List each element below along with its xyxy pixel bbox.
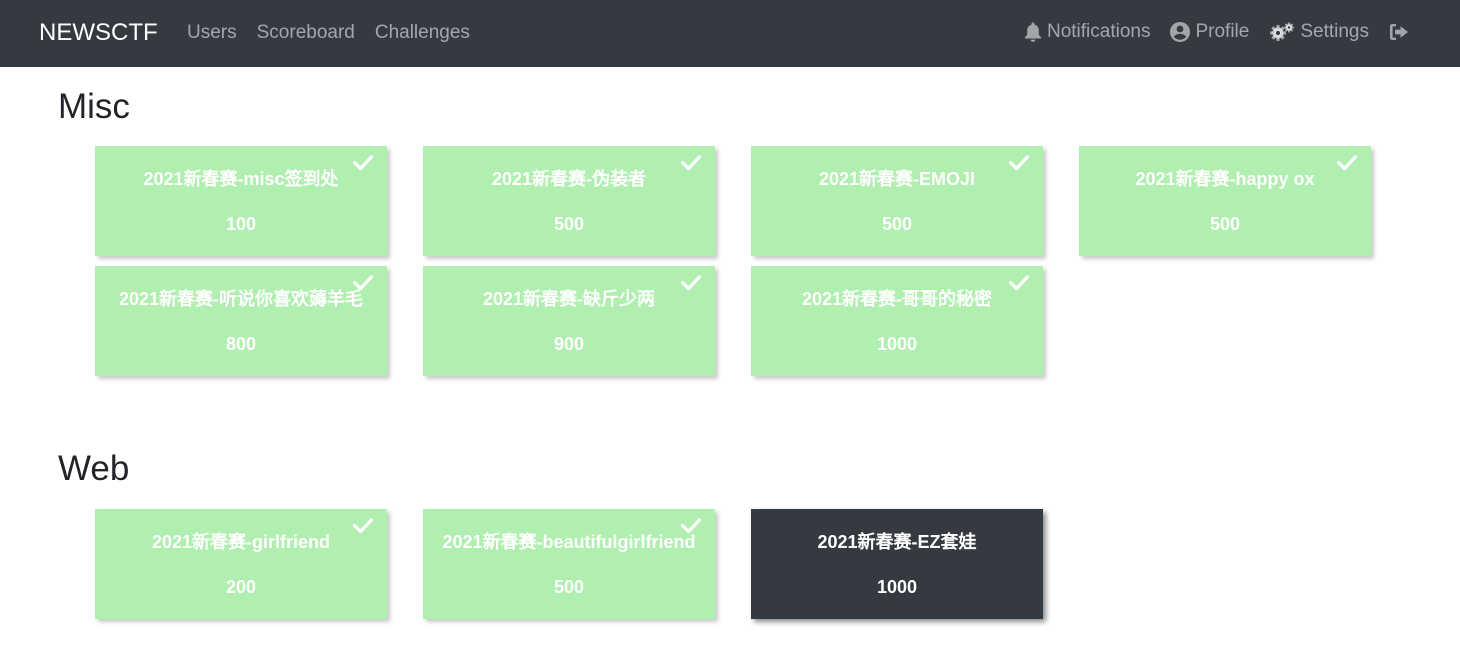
top-navbar: NEWSCTF Users Scoreboard Challenges Noti… (0, 0, 1460, 67)
challenge-name: 2021新春赛-misc签到处 (143, 169, 339, 189)
check-icon (353, 517, 373, 533)
challenge-card[interactable]: 2021新春赛-happy ox 500 (1079, 146, 1371, 256)
challenge-points: 500 (881, 214, 913, 234)
check-icon (1009, 274, 1029, 290)
check-icon (353, 274, 373, 290)
challenge-name: 2021新春赛-EZ套娃 (817, 532, 977, 552)
challenge-card[interactable]: 2021新春赛-哥哥的秘密 1000 (751, 266, 1043, 376)
brand-link[interactable]: NEWSCTF (39, 19, 158, 47)
challenge-points: 900 (553, 334, 585, 354)
challenge-name: 2021新春赛-EMOJI (818, 169, 976, 189)
challenge-name: 2021新春赛-听说你喜欢薅羊毛 (118, 289, 364, 309)
nav-challenges[interactable]: Challenges (375, 22, 470, 44)
challenge-points: 500 (553, 214, 585, 234)
challenge-card[interactable]: 2021新春赛-girlfriend 200 (95, 509, 387, 619)
challenge-card[interactable]: 2021新春赛-misc签到处 100 (95, 146, 387, 256)
nav-left: Users Scoreboard Challenges (187, 22, 490, 44)
check-icon (1337, 154, 1357, 170)
challenge-name: 2021新春赛-伪装者 (491, 169, 647, 189)
check-icon (681, 274, 701, 290)
challenge-points: 500 (1209, 214, 1241, 234)
nav-logout[interactable] (1389, 23, 1414, 41)
challenge-card[interactable]: 2021新春赛-EZ套娃 1000 (751, 509, 1043, 619)
challenge-name: 2021新春赛-缺斤少两 (482, 289, 656, 309)
challenge-name: 2021新春赛-girlfriend (151, 532, 331, 552)
check-icon (1009, 154, 1029, 170)
challenge-card[interactable]: 2021新春赛-伪装者 500 (423, 146, 715, 256)
nav-users[interactable]: Users (187, 22, 237, 44)
nav-settings[interactable]: Settings (1269, 21, 1369, 43)
user-circle-icon (1170, 22, 1191, 42)
challenge-name: 2021新春赛-happy ox (1135, 169, 1315, 189)
nav-profile-label: Profile (1195, 21, 1250, 42)
category-title-misc: Misc (58, 87, 130, 126)
challenge-points: 500 (553, 577, 585, 597)
challenge-points: 200 (225, 577, 257, 597)
nav-right: Notifications Profile Settings (1024, 21, 1414, 43)
challenge-name: 2021新春赛-beautifulgirlfriend (442, 532, 696, 552)
category-title-web: Web (58, 449, 130, 488)
challenge-card[interactable]: 2021新春赛-缺斤少两 900 (423, 266, 715, 376)
challenge-card[interactable]: 2021新春赛-beautifulgirlfriend 500 (423, 509, 715, 619)
gears-icon (1269, 22, 1295, 42)
challenge-points: 1000 (876, 334, 918, 354)
nav-settings-label: Settings (1300, 21, 1369, 42)
nav-profile[interactable]: Profile (1170, 21, 1249, 43)
nav-notifications[interactable]: Notifications (1024, 21, 1151, 43)
logout-icon (1389, 23, 1409, 41)
bell-icon (1024, 22, 1042, 42)
challenge-card[interactable]: 2021新春赛-EMOJI 500 (751, 146, 1043, 256)
challenge-points: 100 (225, 214, 257, 234)
check-icon (681, 517, 701, 533)
nav-scoreboard[interactable]: Scoreboard (257, 22, 355, 44)
check-icon (681, 154, 701, 170)
nav-notifications-label: Notifications (1046, 21, 1151, 42)
check-icon (353, 154, 373, 170)
challenge-name: 2021新春赛-哥哥的秘密 (801, 289, 993, 309)
challenge-points: 800 (225, 334, 257, 354)
challenge-card[interactable]: 2021新春赛-听说你喜欢薅羊毛 800 (95, 266, 387, 376)
challenge-points: 1000 (876, 577, 918, 597)
